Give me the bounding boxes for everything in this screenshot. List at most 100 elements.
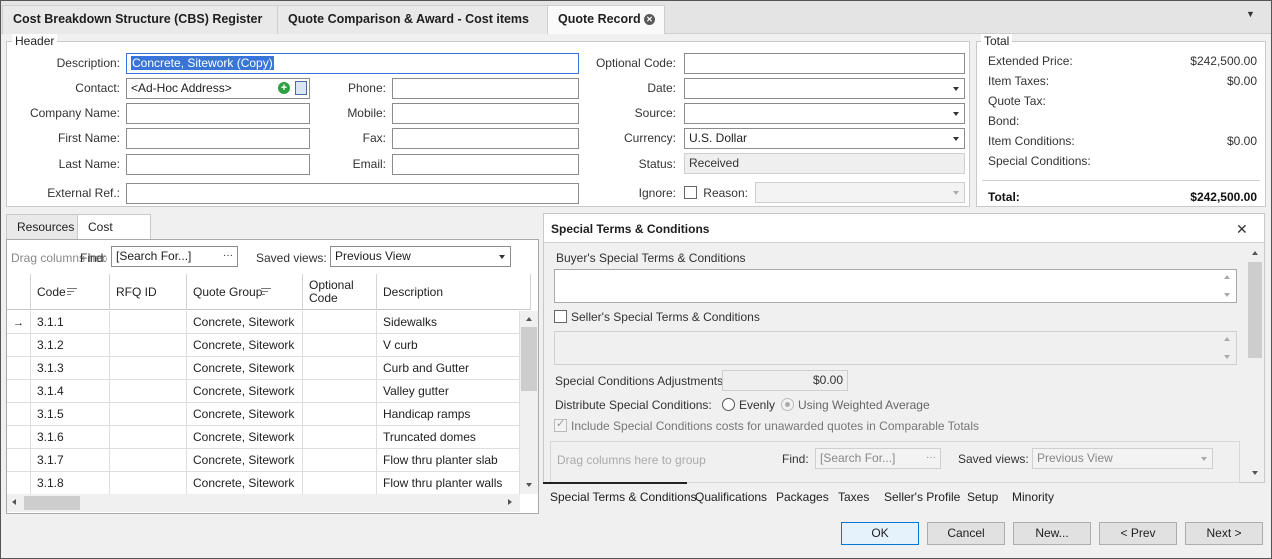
column-header-description[interactable]: Description bbox=[377, 274, 531, 310]
table-row[interactable]: 3.1.2 Concrete, Sitework V curb bbox=[7, 334, 520, 357]
code-cell[interactable]: 3.1.4 bbox=[31, 380, 110, 403]
scroll-down-icon[interactable] bbox=[1224, 293, 1230, 297]
rfq-id-cell[interactable] bbox=[110, 449, 187, 472]
column-header-rfq-id[interactable]: RFQ ID bbox=[110, 274, 187, 310]
currency-select[interactable]: U.S. Dollar bbox=[684, 128, 965, 149]
row-indicator-cell[interactable] bbox=[7, 426, 31, 449]
scroll-down-icon[interactable] bbox=[1224, 355, 1230, 359]
code-cell[interactable]: 3.1.5 bbox=[31, 403, 110, 426]
reason-select[interactable] bbox=[755, 182, 965, 203]
table-row[interactable]: 3.1.5 Concrete, Sitework Handicap ramps bbox=[7, 403, 520, 426]
row-indicator-cell[interactable] bbox=[7, 357, 31, 380]
code-cell[interactable]: 3.1.8 bbox=[31, 472, 110, 495]
code-cell[interactable]: 3.1.7 bbox=[31, 449, 110, 472]
external-ref-field[interactable] bbox=[126, 183, 579, 204]
tab-setup[interactable]: Setup bbox=[967, 490, 998, 504]
company-name-field[interactable] bbox=[126, 103, 310, 124]
ignore-checkbox[interactable] bbox=[684, 186, 697, 199]
description-cell[interactable]: Truncated domes bbox=[377, 426, 520, 449]
rfq-id-cell[interactable] bbox=[110, 472, 187, 495]
rfq-id-cell[interactable] bbox=[110, 334, 187, 357]
column-header-quote-group[interactable]: Quote Group bbox=[187, 274, 303, 310]
scroll-down-icon[interactable] bbox=[1252, 471, 1258, 475]
tab-packages[interactable]: Packages bbox=[776, 490, 829, 504]
search-input[interactable]: [Search For...] ··· bbox=[111, 246, 238, 267]
optional-code-cell[interactable] bbox=[303, 311, 377, 334]
prev-button[interactable]: < Prev bbox=[1099, 522, 1177, 545]
tab-sellers-profile[interactable]: Seller's Profile bbox=[884, 490, 960, 504]
new-button[interactable]: New... bbox=[1013, 522, 1091, 545]
row-indicator-cell[interactable] bbox=[7, 334, 31, 357]
rfq-id-cell[interactable] bbox=[110, 426, 187, 449]
quote-group-cell[interactable]: Concrete, Sitework bbox=[187, 403, 303, 426]
date-picker[interactable] bbox=[684, 78, 965, 99]
table-row[interactable]: 3.1.3 Concrete, Sitework Curb and Gutter bbox=[7, 357, 520, 380]
tab-quote-comparison[interactable]: Quote Comparison & Award - Cost items bbox=[277, 5, 548, 34]
column-header-optional-code[interactable]: Optional Code bbox=[303, 274, 377, 310]
row-indicator-cell[interactable] bbox=[7, 403, 31, 426]
code-cell[interactable]: 3.1.6 bbox=[31, 426, 110, 449]
scroll-up-icon[interactable] bbox=[526, 317, 532, 321]
seller-terms-textarea[interactable] bbox=[554, 331, 1237, 365]
description-cell[interactable]: Flow thru planter slab bbox=[377, 449, 520, 472]
close-panel-icon[interactable]: ✕ bbox=[1236, 221, 1248, 238]
tab-quote-record[interactable]: Quote Record ✕ bbox=[547, 5, 665, 34]
rfq-id-cell[interactable] bbox=[110, 311, 187, 334]
include-unawarded-checkbox[interactable]: ✓ bbox=[554, 418, 567, 432]
description-cell[interactable]: Sidewalks bbox=[377, 311, 520, 334]
seller-terms-checkbox[interactable] bbox=[554, 310, 567, 323]
tab-taxes[interactable]: Taxes bbox=[838, 490, 869, 504]
scroll-left-icon[interactable] bbox=[12, 499, 16, 505]
grid-vertical-scroll-thumb[interactable] bbox=[521, 327, 537, 391]
quote-group-cell[interactable]: Concrete, Sitework bbox=[187, 426, 303, 449]
quote-group-cell[interactable]: Concrete, Sitework bbox=[187, 472, 303, 495]
terms-search-input[interactable]: [Search For...] ··· bbox=[815, 448, 941, 469]
first-name-field[interactable] bbox=[126, 128, 310, 149]
chevron-down-icon[interactable]: ▼ bbox=[1246, 9, 1255, 19]
tab-qualifications[interactable]: Qualifications bbox=[695, 490, 767, 504]
rfq-id-cell[interactable] bbox=[110, 357, 187, 380]
grid-horizontal-scrollbar[interactable] bbox=[7, 494, 520, 512]
saved-views-select[interactable]: Previous View bbox=[330, 246, 511, 267]
more-icon[interactable]: ··· bbox=[223, 247, 233, 265]
panel-vertical-scroll-thumb[interactable] bbox=[1248, 262, 1262, 358]
table-row[interactable]: → 3.1.1 Concrete, Sitework Sidewalks bbox=[7, 311, 520, 334]
cancel-button[interactable]: Cancel bbox=[927, 522, 1005, 545]
fax-field[interactable] bbox=[392, 128, 579, 149]
rfq-id-cell[interactable] bbox=[110, 380, 187, 403]
row-indicator-cell[interactable] bbox=[7, 380, 31, 403]
code-cell[interactable]: 3.1.1 bbox=[31, 311, 110, 334]
close-icon[interactable]: ✕ bbox=[644, 14, 655, 25]
row-indicator-cell[interactable] bbox=[7, 449, 31, 472]
quote-group-cell[interactable]: Concrete, Sitework bbox=[187, 311, 303, 334]
scroll-up-icon[interactable] bbox=[1252, 251, 1258, 255]
optional-code-cell[interactable] bbox=[303, 472, 377, 495]
ok-button[interactable]: OK bbox=[841, 522, 919, 545]
quote-group-cell[interactable]: Concrete, Sitework bbox=[187, 449, 303, 472]
optional-code-cell[interactable] bbox=[303, 357, 377, 380]
code-cell[interactable]: 3.1.3 bbox=[31, 357, 110, 380]
email-field[interactable] bbox=[392, 154, 579, 175]
tab-resources[interactable]: Resources bbox=[6, 214, 78, 239]
mobile-field[interactable] bbox=[392, 103, 579, 124]
more-icon[interactable]: ··· bbox=[926, 449, 936, 467]
description-cell[interactable]: V curb bbox=[377, 334, 520, 357]
source-select[interactable] bbox=[684, 103, 965, 124]
optional-code-cell[interactable] bbox=[303, 449, 377, 472]
tab-special-terms[interactable]: Special Terms & Conditions bbox=[550, 490, 697, 504]
tab-cbs-register[interactable]: Cost Breakdown Structure (CBS) Register bbox=[2, 5, 278, 34]
tab-cost-items[interactable]: Cost Items bbox=[77, 214, 151, 258]
phone-field[interactable] bbox=[392, 78, 579, 99]
scroll-up-icon[interactable] bbox=[1224, 337, 1230, 341]
optional-code-cell[interactable] bbox=[303, 426, 377, 449]
row-indicator-cell[interactable]: → bbox=[7, 311, 31, 334]
weighted-average-radio[interactable] bbox=[781, 398, 794, 411]
description-cell[interactable]: Handicap ramps bbox=[377, 403, 520, 426]
grid-horizontal-scroll-thumb[interactable] bbox=[24, 496, 80, 510]
column-header-code[interactable]: Code bbox=[31, 274, 110, 310]
rfq-id-cell[interactable] bbox=[110, 403, 187, 426]
description-cell[interactable]: Curb and Gutter bbox=[377, 357, 520, 380]
description-cell[interactable]: Flow thru planter walls bbox=[377, 472, 520, 495]
optional-code-cell[interactable] bbox=[303, 380, 377, 403]
optional-code-field[interactable] bbox=[684, 53, 965, 74]
